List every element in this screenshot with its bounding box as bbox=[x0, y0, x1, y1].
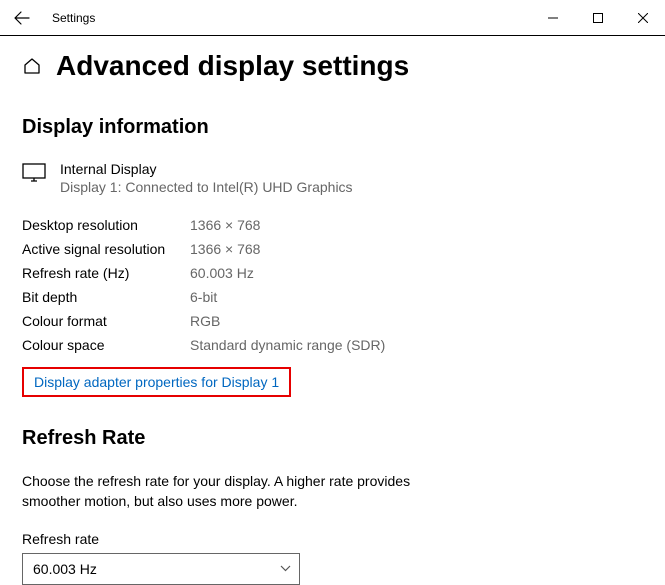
info-value: RGB bbox=[190, 313, 220, 329]
info-value: 1366 × 768 bbox=[190, 241, 260, 257]
close-button[interactable] bbox=[620, 0, 665, 35]
close-icon bbox=[638, 13, 648, 23]
refresh-rate-description: Choose the refresh rate for your display… bbox=[22, 472, 422, 511]
maximize-button[interactable] bbox=[575, 0, 620, 35]
table-row: Desktop resolution 1366 × 768 bbox=[22, 213, 643, 237]
display-card: Internal Display Display 1: Connected to… bbox=[22, 161, 643, 195]
display-info-section-title: Display information bbox=[22, 116, 643, 139]
maximize-icon bbox=[593, 13, 603, 23]
info-label: Desktop resolution bbox=[22, 217, 190, 233]
info-value: 60.003 Hz bbox=[190, 265, 254, 281]
home-icon[interactable] bbox=[22, 56, 42, 76]
info-label: Active signal resolution bbox=[22, 241, 190, 257]
display-info-table: Desktop resolution 1366 × 768 Active sig… bbox=[22, 213, 643, 357]
back-button[interactable] bbox=[8, 4, 36, 32]
content-area: Advanced display settings Display inform… bbox=[0, 36, 665, 585]
table-row: Refresh rate (Hz) 60.003 Hz bbox=[22, 261, 643, 285]
adapter-link-highlight: Display adapter properties for Display 1 bbox=[22, 367, 291, 397]
info-label: Colour format bbox=[22, 313, 190, 329]
table-row: Bit depth 6-bit bbox=[22, 285, 643, 309]
refresh-rate-section-title: Refresh Rate bbox=[22, 427, 643, 450]
back-arrow-icon bbox=[14, 10, 30, 26]
display-adapter-link[interactable]: Display adapter properties for Display 1 bbox=[30, 372, 283, 392]
display-subtitle: Display 1: Connected to Intel(R) UHD Gra… bbox=[60, 179, 353, 195]
monitor-icon bbox=[22, 161, 46, 195]
refresh-rate-section: Refresh Rate Choose the refresh rate for… bbox=[22, 427, 643, 585]
refresh-rate-selected: 60.003 Hz bbox=[33, 561, 97, 577]
info-value: 6-bit bbox=[190, 289, 217, 305]
info-label: Refresh rate (Hz) bbox=[22, 265, 190, 281]
titlebar-left: Settings bbox=[8, 4, 95, 32]
info-value: 1366 × 768 bbox=[190, 217, 260, 233]
table-row: Colour format RGB bbox=[22, 309, 643, 333]
refresh-rate-label: Refresh rate bbox=[22, 531, 643, 547]
info-label: Colour space bbox=[22, 337, 190, 353]
page-title: Advanced display settings bbox=[56, 50, 409, 82]
titlebar: Settings bbox=[0, 0, 665, 36]
window-title: Settings bbox=[52, 11, 95, 25]
info-label: Bit depth bbox=[22, 289, 190, 305]
info-value: Standard dynamic range (SDR) bbox=[190, 337, 385, 353]
display-name: Internal Display bbox=[60, 161, 353, 177]
page-heading-row: Advanced display settings bbox=[22, 50, 643, 82]
chevron-down-icon bbox=[280, 563, 291, 575]
minimize-button[interactable] bbox=[530, 0, 575, 35]
window-controls bbox=[530, 0, 665, 35]
minimize-icon bbox=[548, 13, 558, 23]
table-row: Colour space Standard dynamic range (SDR… bbox=[22, 333, 643, 357]
display-card-text: Internal Display Display 1: Connected to… bbox=[60, 161, 353, 195]
table-row: Active signal resolution 1366 × 768 bbox=[22, 237, 643, 261]
refresh-rate-dropdown[interactable]: 60.003 Hz bbox=[22, 553, 300, 585]
